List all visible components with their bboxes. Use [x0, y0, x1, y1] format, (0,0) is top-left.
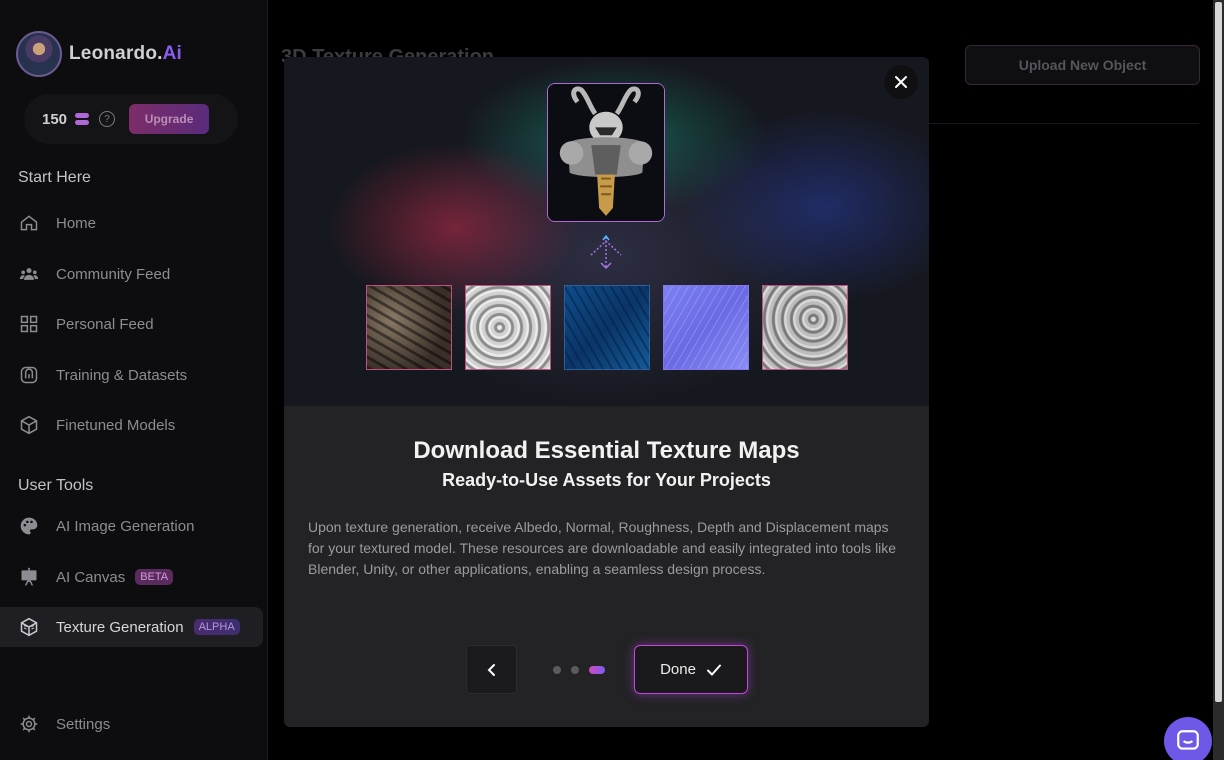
sidebar-item-label: Texture Generation — [56, 618, 184, 636]
brand-name: Leonardo.Ai — [69, 43, 183, 64]
pagination-dot-3-active[interactable] — [589, 666, 605, 674]
sidebar-item-label: Home — [56, 214, 97, 232]
upgrade-button[interactable]: Upgrade — [129, 104, 210, 134]
displacement-map-thumbnail — [762, 285, 848, 370]
sidebar-item-home[interactable]: Home — [0, 203, 263, 243]
scrollbar-thumb[interactable] — [1215, 2, 1222, 702]
sidebar-item-label: Personal Feed — [56, 315, 154, 333]
sidebar-item-label: Settings — [56, 715, 111, 733]
credits-panel: 150 ? Upgrade — [24, 94, 238, 144]
sidebar-item-label: AI Image Generation — [56, 517, 195, 535]
roughness-map-thumbnail — [465, 285, 551, 370]
beta-badge: BETA — [135, 569, 174, 585]
sidebar-item-ai-canvas[interactable]: AI Canvas BETA — [0, 557, 263, 597]
sidebar-item-label: Finetuned Models — [56, 416, 176, 434]
sidebar-item-label: Community Feed — [56, 265, 171, 283]
chevron-left-icon — [487, 663, 495, 676]
depth-map-thumbnail — [564, 285, 650, 370]
sidebar-item-texture-generation[interactable]: Texture Generation ALPHA — [0, 607, 263, 647]
onboarding-modal: Download Essential Texture Maps Ready-to… — [284, 57, 929, 727]
albedo-map-thumbnail — [366, 285, 452, 370]
upload-new-object-button[interactable]: Upload New Object — [965, 45, 1200, 85]
texture-cube-icon — [18, 616, 40, 638]
token-coins-icon — [75, 112, 91, 126]
check-icon — [706, 664, 721, 675]
pagination-dot-2[interactable] — [571, 666, 579, 674]
sidebar: Leonardo.Ai 150 ? Upgrade Start Here Hom… — [0, 0, 268, 760]
palette-icon — [18, 515, 40, 537]
modal-description: Upon texture generation, receive Albedo,… — [308, 519, 897, 577]
section-title-user-tools: User Tools — [18, 477, 94, 494]
sidebar-item-label: AI Canvas — [56, 568, 126, 586]
modal-hero-illustration — [284, 57, 929, 406]
chat-icon — [1177, 730, 1199, 750]
3d-model-preview — [547, 83, 665, 222]
header-divider — [929, 123, 1199, 124]
close-icon — [895, 76, 907, 88]
training-icon — [18, 364, 40, 386]
cube-icon — [18, 414, 40, 436]
sidebar-item-settings[interactable]: Settings — [0, 704, 263, 744]
close-button[interactable] — [884, 65, 918, 99]
modal-title: Download Essential Texture Maps — [413, 437, 800, 464]
easel-icon — [18, 566, 40, 588]
pagination-dots — [553, 666, 605, 674]
community-icon — [18, 263, 40, 285]
credit-count: 150 — [42, 110, 68, 128]
brand-logo-avatar — [16, 31, 62, 77]
section-title-start-here: Start Here — [18, 169, 91, 186]
sidebar-item-personal-feed[interactable]: Personal Feed — [0, 304, 263, 344]
help-icon[interactable]: ? — [99, 111, 116, 127]
sidebar-item-ai-image-generation[interactable]: AI Image Generation — [0, 506, 263, 546]
done-button[interactable]: Done — [634, 645, 748, 694]
sidebar-item-community-feed[interactable]: Community Feed — [0, 254, 263, 294]
normal-map-thumbnail — [663, 285, 749, 370]
sidebar-item-training-datasets[interactable]: Training & Datasets — [0, 355, 263, 395]
previous-button[interactable] — [466, 645, 517, 694]
sidebar-item-finetuned-models[interactable]: Finetuned Models — [0, 405, 263, 445]
armored-warrior-image — [548, 84, 664, 221]
sidebar-item-label: Training & Datasets — [56, 366, 188, 384]
expand-arrows-icon — [590, 234, 622, 270]
alpha-badge: ALPHA — [193, 619, 240, 635]
page-scrollbar[interactable] — [1213, 0, 1224, 760]
support-chat-button[interactable] — [1164, 717, 1212, 760]
grid-icon — [18, 313, 40, 335]
gear-icon — [18, 713, 40, 735]
modal-subtitle: Ready-to-Use Assets for Your Projects — [442, 470, 771, 490]
home-icon — [18, 212, 40, 234]
pagination-dot-1[interactable] — [553, 666, 561, 674]
done-label: Done — [660, 661, 696, 678]
brand[interactable]: Leonardo.Ai — [16, 31, 182, 77]
